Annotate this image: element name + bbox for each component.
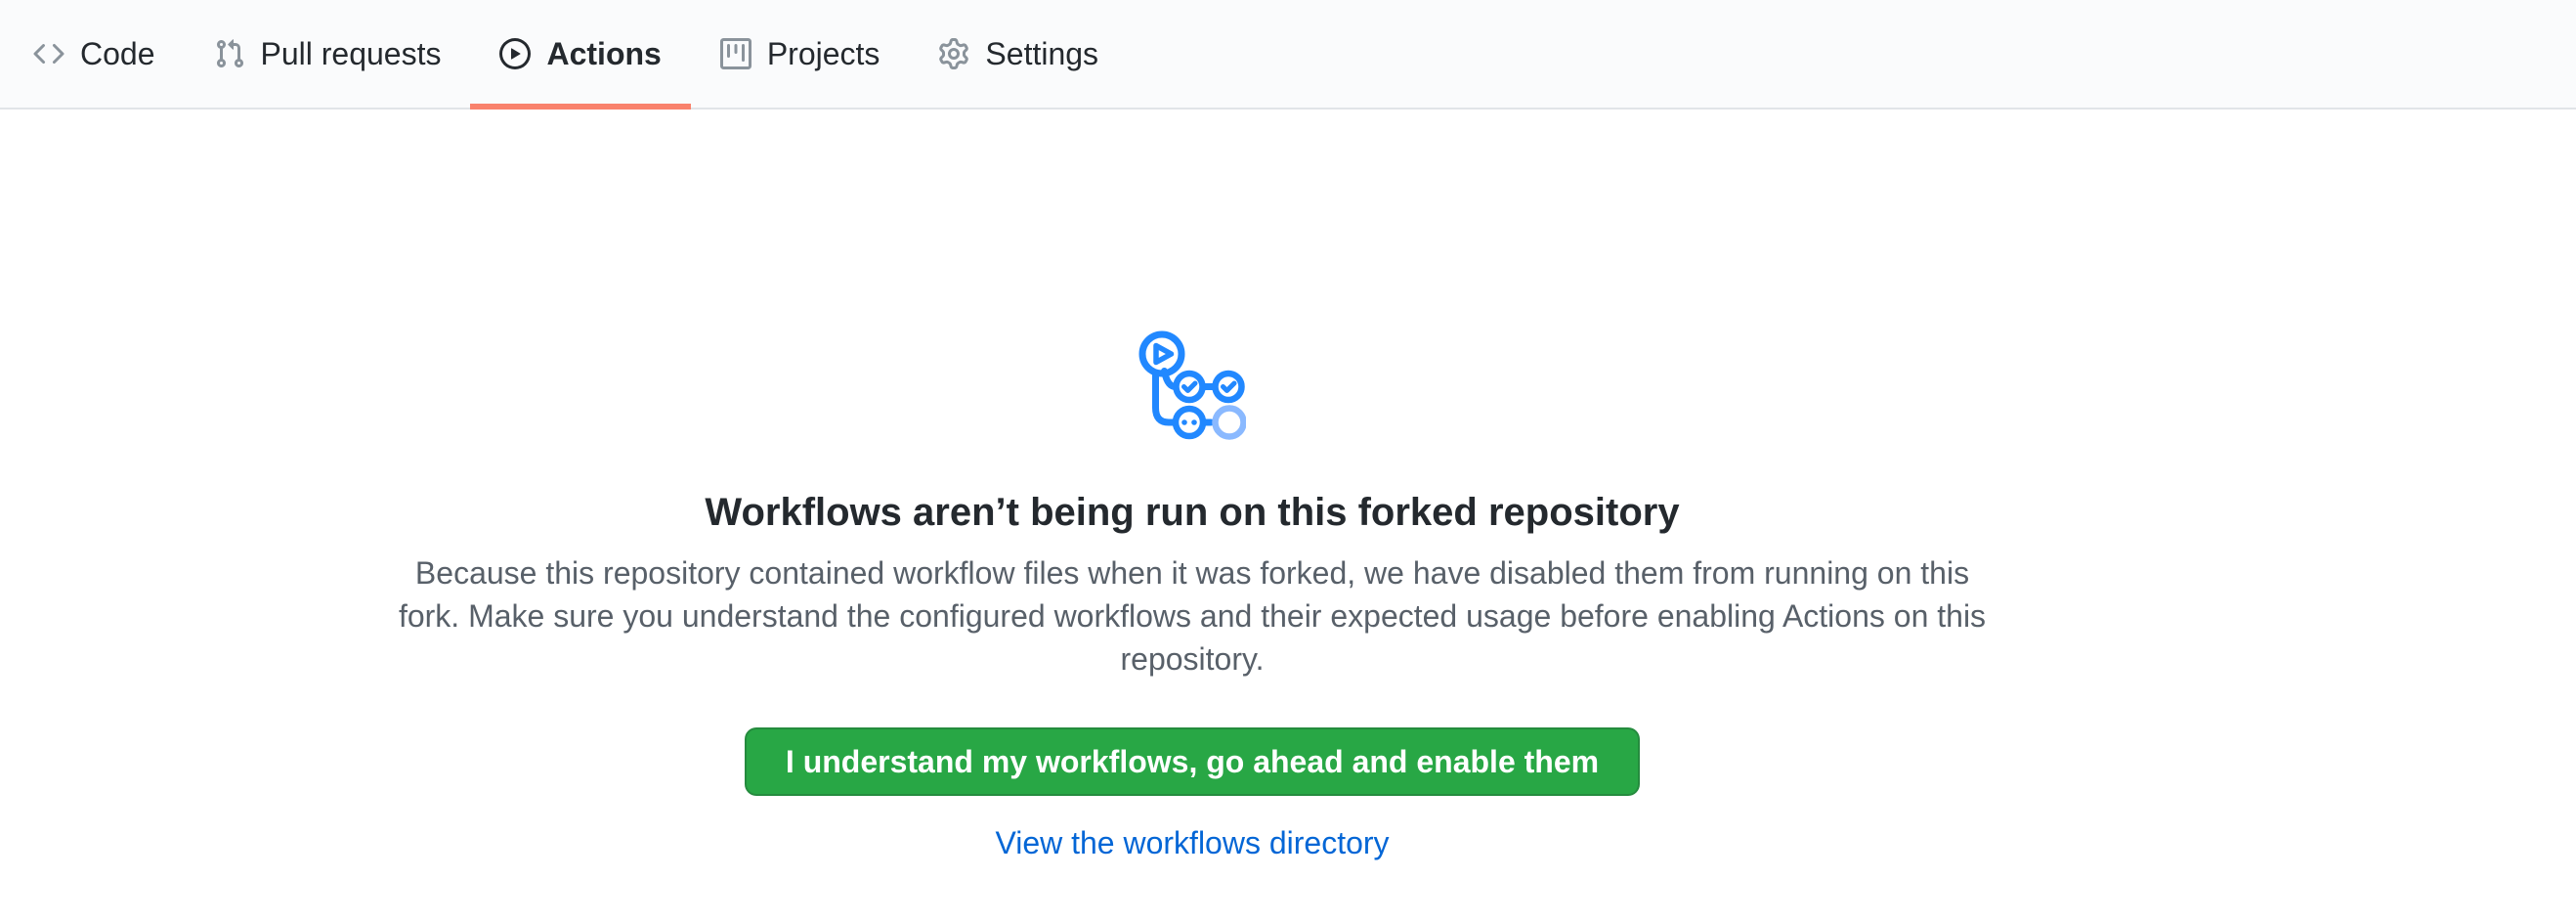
actions-empty-state: Workflows aren’t being run on this forke… bbox=[0, 110, 2384, 858]
empty-state-heading: Workflows aren’t being run on this forke… bbox=[705, 489, 1679, 536]
tab-projects[interactable]: Projects bbox=[691, 0, 910, 108]
git-pull-request-icon bbox=[214, 38, 245, 69]
tab-code-label: Code bbox=[80, 38, 155, 69]
repo-nav: Code Pull requests Actions Projects Sett… bbox=[0, 0, 2576, 110]
enable-workflows-button[interactable]: I understand my workflows, go ahead and … bbox=[745, 727, 1640, 796]
tab-pull-requests[interactable]: Pull requests bbox=[185, 0, 471, 108]
project-icon bbox=[720, 38, 751, 69]
tab-settings[interactable]: Settings bbox=[909, 0, 1128, 108]
tab-actions[interactable]: Actions bbox=[470, 0, 690, 108]
tab-settings-label: Settings bbox=[985, 38, 1098, 69]
tab-actions-label: Actions bbox=[546, 38, 661, 69]
workflows-directory-link[interactable]: View the workflows directory bbox=[995, 827, 1389, 858]
empty-state-description: Because this repository contained workfl… bbox=[391, 551, 1994, 681]
tab-projects-label: Projects bbox=[767, 38, 880, 69]
tab-code[interactable]: Code bbox=[4, 0, 185, 108]
workflow-graph-icon bbox=[1138, 330, 1246, 440]
code-icon bbox=[33, 38, 64, 69]
tab-pull-requests-label: Pull requests bbox=[261, 38, 442, 69]
gear-icon bbox=[938, 38, 969, 69]
play-icon bbox=[499, 38, 531, 69]
